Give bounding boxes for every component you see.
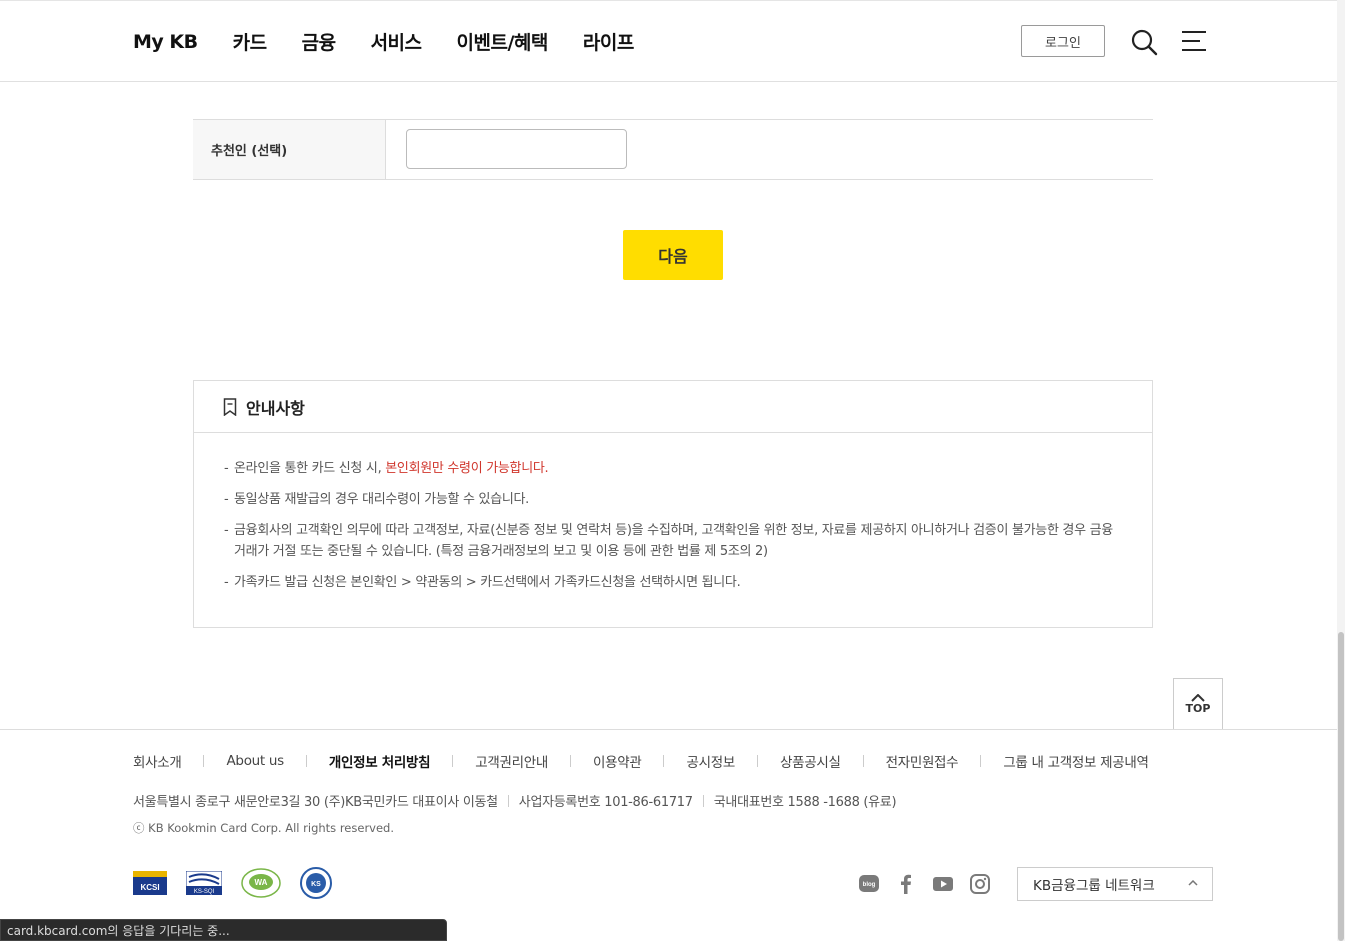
footer-links: 회사소개 About us 개인정보 처리방침 고객권리안내 이용약관 공시정보… [133,751,1149,771]
notice-header: 안내사항 [194,381,1152,433]
phone-number: 국내대표번호 1588 -1688 (유료) [713,795,897,810]
nav-event[interactable]: 이벤트/혜택 [457,28,549,55]
divider [756,755,758,767]
svg-text:KS-SQI: KS-SQI [194,889,215,895]
divider [452,755,454,767]
divider [702,794,704,807]
network-label: KB금융그룹 네트워크 [1033,878,1155,894]
divider [570,755,571,767]
facebook-icon[interactable] [895,873,917,895]
browser-status-bar: card.kbcard.com의 응답을 기다리는 중... [0,919,447,941]
divider [862,755,864,767]
ks-sqi-logo: KS-SQI [186,871,222,895]
page: My KB 카드 금융 서비스 이벤트/혜택 라이프 로그인 추천인 (선택) … [0,0,1345,941]
notice-item: 동일상품 재발급의 경우 대리수령이 가능할 수 있습니다. [224,489,1122,510]
sns-links: blog [858,873,1006,895]
menu-icon[interactable] [1180,29,1208,55]
scroll-top-button[interactable]: TOP [1173,678,1223,730]
svg-text:KS: KS [311,881,321,888]
footer-divider [0,729,1345,730]
chevron-up-icon [1188,880,1198,886]
nav-life[interactable]: 라이프 [583,28,634,55]
divider [980,755,982,767]
svg-text:WA: WA [255,878,268,887]
recommender-row: 추천인 (선택) [193,119,1153,180]
wa-logo: WA [241,868,281,898]
search-icon[interactable] [1130,28,1158,56]
footer-link-product[interactable]: 상품공시실 [780,751,841,771]
footer-link-privacy[interactable]: 개인정보 처리방침 [329,751,431,771]
recommender-label: 추천인 (선택) [193,120,386,179]
notice-list: 온라인을 통한 카드 신청 시, 본인회원만 수령이 가능합니다. 동일상품 재… [194,433,1152,593]
top-label: TOP [1185,701,1211,715]
notice-highlight: 본인회원만 수령이 가능합니다. [385,461,549,476]
footer-link-about[interactable]: About us [226,753,284,769]
scrollbar[interactable] [1337,0,1345,941]
divider [305,755,307,767]
notice-item: 금융회사의 고객확인 의무에 따라 고객정보, 자료(신분증 정보 및 연락처 … [224,520,1122,562]
nav-my-kb[interactable]: My KB [133,31,198,53]
site-header: My KB 카드 금융 서비스 이벤트/혜택 라이프 로그인 [0,0,1345,82]
nav-finance[interactable]: 금융 [302,28,336,55]
next-button[interactable]: 다음 [623,230,723,280]
company-address: 서울특별시 종로구 새문안로3길 30 (주)KB국민카드 대표이사 이동철 사… [133,791,897,810]
footer-link-terms[interactable]: 이용약관 [593,751,642,771]
login-button[interactable]: 로그인 [1021,25,1105,57]
blog-icon[interactable]: blog [858,873,880,895]
cert-logos: KCSI KS-SQI WA KS [133,867,351,899]
divider [663,755,665,767]
kb-network-select[interactable]: KB금융그룹 네트워크 [1017,867,1213,901]
youtube-icon[interactable] [932,873,954,895]
footer-link-disclosure[interactable]: 공시정보 [686,751,735,771]
footer-link-complaint[interactable]: 전자민원접수 [886,751,959,771]
footer-link-rights[interactable]: 고객권리안내 [475,751,548,771]
footer-link-group-info[interactable]: 그룹 내 고객정보 제공내역 [1003,751,1149,771]
footer-link-company[interactable]: 회사소개 [133,751,182,771]
divider [203,755,205,767]
biz-number: 사업자등록번호 101-86-61717 [518,795,693,810]
kcsi-logo: KCSI [133,871,167,895]
address-text: 서울특별시 종로구 새문안로3길 30 (주)KB국민카드 대표이사 이동철 [133,795,498,810]
notice-box: 안내사항 온라인을 통한 카드 신청 시, 본인회원만 수령이 가능합니다. 동… [193,380,1153,628]
scrollbar-thumb[interactable] [1338,632,1344,941]
instagram-icon[interactable] [969,873,991,895]
chevron-up-icon [1191,693,1205,702]
svg-text:blog: blog [863,882,876,888]
nav-service[interactable]: 서비스 [371,28,422,55]
nav-card[interactable]: 카드 [233,28,267,55]
bookmark-icon [223,397,237,416]
recommender-input[interactable] [406,129,627,169]
divider [507,794,509,807]
notice-item: 가족카드 발급 신청은 본인확인 > 약관동의 > 카드선택에서 가족카드신청을… [224,572,1122,593]
notice-item: 온라인을 통한 카드 신청 시, 본인회원만 수령이 가능합니다. [224,458,1122,479]
copyright: ⓒ KB Kookmin Card Corp. All rights reser… [133,821,395,835]
main-nav: My KB 카드 금융 서비스 이벤트/혜택 라이프 [133,28,669,55]
notice-title: 안내사항 [246,398,305,418]
ks-cert-logo: KS [300,867,332,899]
svg-text:KCSI: KCSI [140,883,159,892]
